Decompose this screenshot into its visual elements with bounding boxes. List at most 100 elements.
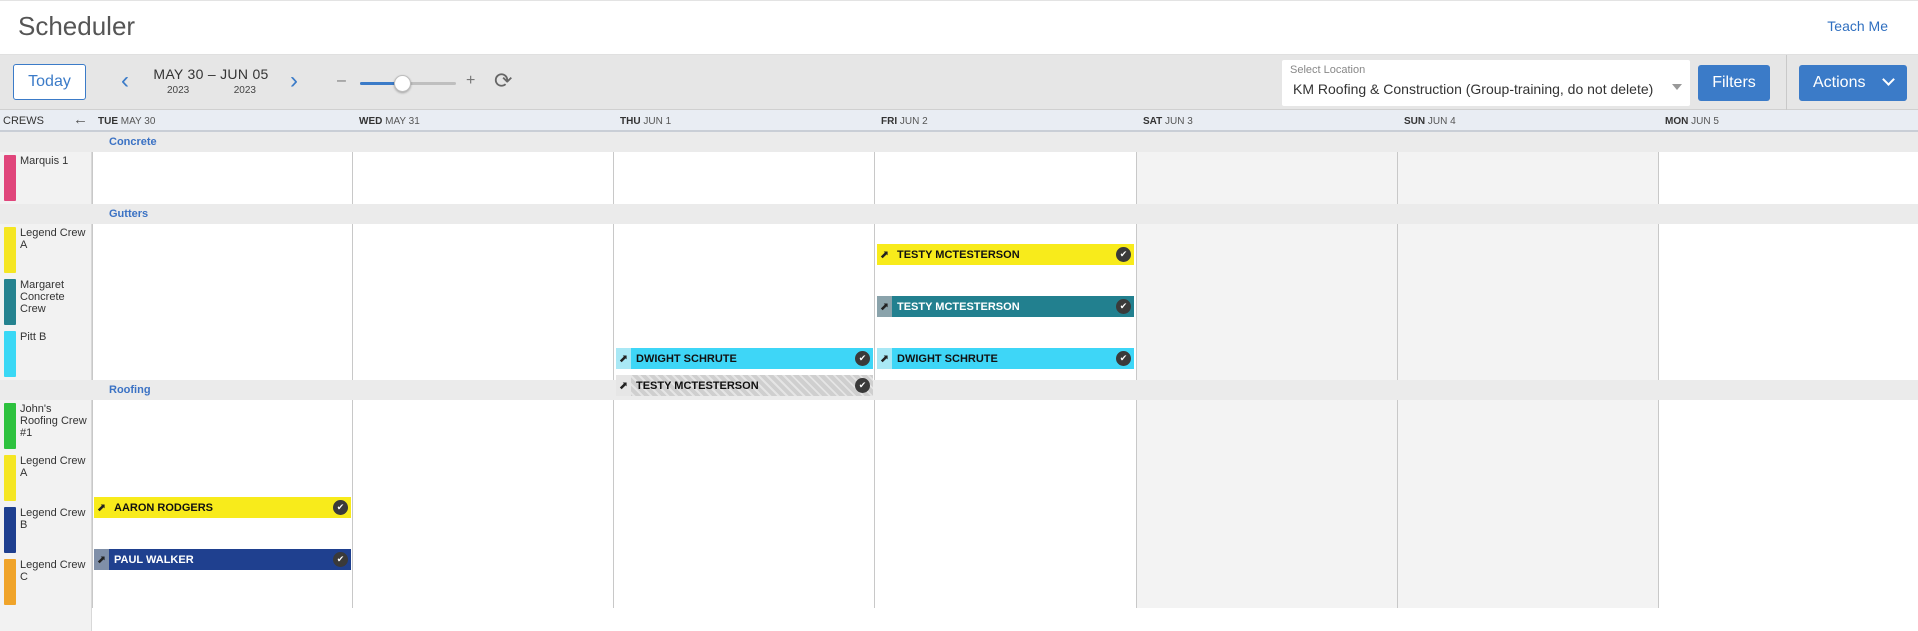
schedule-event[interactable]: ⬈ AARON RODGERS ✔ [94,497,351,518]
zoom-slider[interactable] [360,75,456,92]
day-divider [1658,400,1659,608]
refresh-icon[interactable]: ⟳ [494,68,512,94]
group-label: Gutters [109,208,149,220]
check-circle-icon[interactable]: ✔ [1116,247,1131,262]
zoom-out-button[interactable]: – [337,72,346,90]
day-header-thu: THU JUN 1 [620,116,671,127]
caret-down-icon [1672,84,1682,90]
day-divider [92,152,93,204]
start-year: 2023 [167,85,190,96]
crew-color-swatch [4,507,16,553]
day-divider [874,224,875,380]
drag-handle-icon[interactable]: ⬈ [616,348,631,369]
schedule-event[interactable]: ⬈ TESTY MCTESTERSON ✔ [877,296,1134,317]
day-divider [92,224,93,380]
event-crew-member-name: AARON RODGERS [114,501,214,514]
day-date: JUN 3 [1162,116,1193,127]
day-date: JUN 1 [640,116,672,127]
check-circle-icon[interactable]: ✔ [1116,351,1131,366]
teach-me-link[interactable]: Teach Me [1827,18,1888,34]
crew-name[interactable]: Pitt B [20,331,90,343]
day-date: JUN 5 [1688,116,1719,127]
day-divider [352,152,353,204]
crew-name[interactable]: Legend Crew A [20,227,90,251]
drag-handle-icon[interactable]: ⬈ [877,296,892,317]
event-crew-member-name: TESTY MCTESTERSON [897,248,1020,261]
weekend-column [1137,224,1398,380]
drag-handle-icon[interactable]: ⬈ [94,549,109,570]
schedule-event[interactable]: ⬈ DWIGHT SCHRUTE ✔ [877,348,1134,369]
group-band: Roofing [92,380,1918,400]
day-divider [1658,224,1659,380]
drag-handle-icon[interactable]: ⬈ [94,497,109,518]
weekend-column [1137,152,1398,204]
day-header-sat: SAT JUN 3 [1143,116,1193,127]
date-range: MAY 30 – JUN 05 2023 2023 [151,66,271,96]
group-band: Gutters [92,204,1918,224]
schedule-event[interactable]: ⬈ DWIGHT SCHRUTE ✔ [616,348,873,369]
crew-name[interactable]: Legend Crew B [20,507,90,531]
day-divider [352,400,353,608]
chevron-down-icon [1882,73,1895,86]
day-divider [1397,224,1398,380]
check-circle-icon[interactable]: ✔ [1116,299,1131,314]
drag-handle-icon[interactable]: ⬈ [616,375,631,396]
day-of-week: MON [1665,116,1689,127]
crew-color-swatch [4,331,16,377]
actions-button[interactable]: Actions [1799,65,1907,101]
check-circle-icon[interactable]: ✔ [855,351,870,366]
crew-list-group-band [0,380,92,400]
toolbar-divider [1786,55,1787,110]
zoom-slider-thumb[interactable] [394,75,412,92]
day-header-fri: FRI JUN 2 [881,116,928,127]
day-divider [613,224,614,380]
crew-color-swatch [4,559,16,605]
chevron-left-icon[interactable]: ‹ [114,67,136,97]
day-date: JUN 4 [1425,116,1456,127]
crews-column-header: CREWS [3,115,44,127]
crew-name[interactable]: John's Roofing Crew #1 [20,403,90,439]
today-button[interactable]: Today [13,64,86,100]
day-of-week: SUN [1404,116,1426,127]
day-header-sun: SUN JUN 4 [1404,116,1456,127]
schedule-event[interactable]: ⬈ TESTY MCTESTERSON ✔ [877,244,1134,265]
event-crew-member-name: TESTY MCTESTERSON [897,300,1020,313]
weekend-column [1398,400,1659,608]
check-circle-icon[interactable]: ✔ [333,552,348,567]
crew-name[interactable]: Legend Crew C [20,559,90,583]
crew-list-group-band [0,204,92,224]
day-header-mon: MON JUN 5 [1665,116,1719,127]
crew-list-group-band [0,132,92,152]
location-select[interactable]: Select Location KM Roofing & Constructio… [1282,60,1690,106]
crew-name[interactable]: Margaret Concrete Crew [20,279,90,315]
chevron-right-icon[interactable]: › [283,67,305,97]
day-date: MAY 30 [118,116,156,127]
day-divider [1397,152,1398,204]
crew-name[interactable]: Legend Crew A [20,455,90,479]
event-crew-member-name: PAUL WALKER [114,553,194,566]
drag-handle-icon[interactable]: ⬈ [877,348,892,369]
crew-color-swatch [4,403,16,449]
day-date: MAY 31 [382,116,420,127]
drag-handle-icon[interactable]: ⬈ [877,244,892,265]
check-circle-icon[interactable]: ✔ [855,378,870,393]
schedule-event[interactable]: ⬈ TESTY MCTESTERSON ✔ [616,375,873,396]
check-circle-icon[interactable]: ✔ [333,500,348,515]
filters-button[interactable]: Filters [1698,65,1770,101]
location-select-label: Select Location [1290,64,1366,76]
arrow-left-icon[interactable]: ← [73,111,88,128]
day-divider [1136,152,1137,204]
day-header-row: CREWS ← TUE MAY 30 WED MAY 31 THU JUN 1 FRI… [0,110,1918,132]
schedule-event[interactable]: ⬈ PAUL WALKER ✔ [94,549,351,570]
day-divider [874,152,875,204]
zoom-in-button[interactable]: + [466,72,475,90]
day-divider [613,400,614,608]
app-header: Scheduler Teach Me [0,0,1918,55]
crew-name[interactable]: Marquis 1 [20,155,90,167]
day-divider [1658,152,1659,204]
day-date: JUN 2 [897,116,928,127]
group-band: Concrete [92,132,1918,152]
day-of-week: THU [620,116,641,127]
day-divider [613,152,614,204]
day-of-week: TUE [98,116,118,127]
